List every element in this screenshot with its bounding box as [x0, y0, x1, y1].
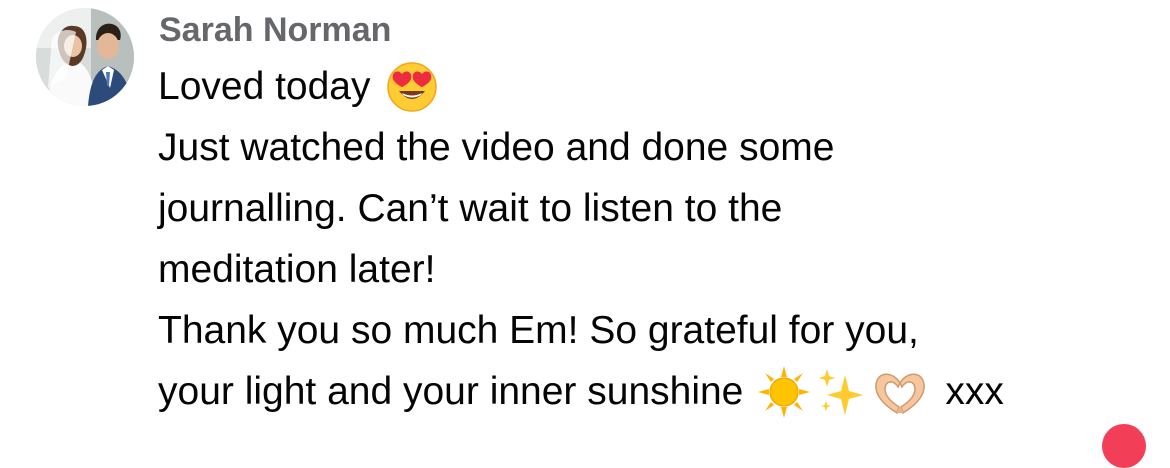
heart-eyes-emoji-icon [385, 60, 439, 114]
comment-body: Loved today Just watched the video and d… [158, 56, 1158, 422]
comment-line: Loved today [158, 56, 1158, 117]
comment-text: xxx [945, 370, 1004, 413]
comment-line: journalling. Can’t wait to listen to the [158, 178, 1158, 239]
sun-emoji-icon [757, 365, 811, 419]
heart-hands-emoji-icon [871, 365, 929, 419]
comment: Sarah Norman Loved today Just watched th… [0, 0, 1170, 468]
comment-text: journalling. Can’t wait to listen to the [158, 187, 783, 230]
comment-text: meditation later! [158, 248, 436, 291]
comment-line: Thank you so much Em! So grateful for yo… [158, 300, 1158, 361]
reaction-badge-icon[interactable] [1102, 424, 1146, 468]
comment-line: meditation later! [158, 239, 1158, 300]
comment-text: Just watched the video and done some [158, 126, 835, 169]
comment-text: Thank you so much Em! So grateful for yo… [158, 309, 919, 352]
comment-text: your light and your inner sunshine [158, 370, 744, 413]
avatar-photo [36, 8, 134, 106]
sparkles-emoji-icon [817, 365, 867, 419]
comment-line: Just watched the video and done some [158, 117, 1158, 178]
comment-text: Loved today [158, 65, 371, 108]
comment-line: your light and your inner sunshine xxx [158, 361, 1158, 422]
avatar[interactable] [36, 8, 134, 106]
comment-author[interactable]: Sarah Norman [159, 8, 391, 52]
